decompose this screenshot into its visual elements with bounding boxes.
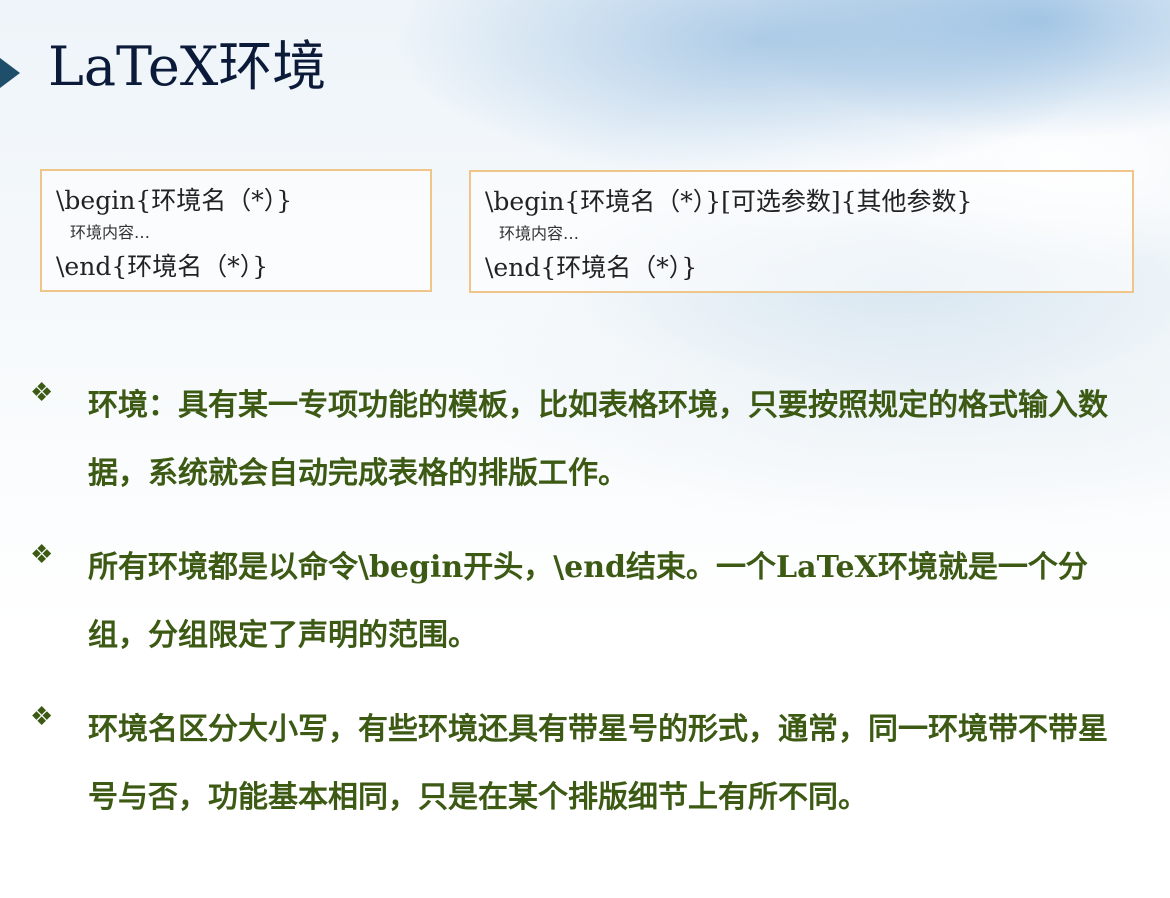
bullet-text: 环境名区分大小写，有些环境还具有带星号的形式，通常，同一环境带不带星号与否，功能… [88, 712, 1108, 815]
diamond-bullet-icon: ❖ [30, 378, 54, 408]
bullet-text: 环境：具有某一专项功能的模板，比如表格环境，只要按照规定的格式输入数据，系统就会… [88, 388, 1108, 491]
bullet-item: ❖ 环境：具有某一专项功能的模板，比如表格环境，只要按照规定的格式输入数据，系统… [30, 372, 1140, 508]
code-begin-line: \begin{环境名（*）}[可选参数]{其他参数} [485, 187, 973, 216]
code-begin-line: \begin{环境名（*）} [56, 186, 293, 215]
code-content-line: 环境内容… [499, 224, 580, 243]
title-marker-icon [0, 58, 20, 88]
code-box-basic: \begin{环境名（*）} 环境内容… \end{环境名（*）} [40, 169, 432, 292]
bullet-list: ❖ 环境：具有某一专项功能的模板，比如表格环境，只要按照规定的格式输入数据，系统… [30, 372, 1140, 858]
diamond-bullet-icon: ❖ [30, 702, 54, 732]
diamond-bullet-icon: ❖ [30, 540, 54, 570]
slide-title: LaTeX环境 [48, 35, 327, 98]
code-box-with-params: \begin{环境名（*）}[可选参数]{其他参数} 环境内容… \end{环境… [469, 170, 1134, 293]
bullet-item: ❖ 所有环境都是以命令\begin开头，\end结束。一个LaTeX环境就是一个… [30, 534, 1140, 670]
bullet-text: 所有环境都是以命令\begin开头，\end结束。一个LaTeX环境就是一个分组… [88, 550, 1088, 653]
code-end-line: \end{环境名（*）} [56, 252, 269, 281]
code-content-line: 环境内容… [70, 223, 151, 242]
code-end-line: \end{环境名（*）} [485, 253, 698, 282]
bullet-item: ❖ 环境名区分大小写，有些环境还具有带星号的形式，通常，同一环境带不带星号与否，… [30, 696, 1140, 832]
